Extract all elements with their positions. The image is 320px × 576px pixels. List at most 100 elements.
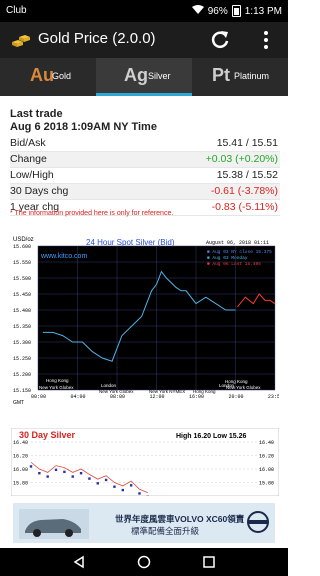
- home-icon[interactable]: [137, 555, 151, 569]
- battery-level: 96%: [207, 5, 228, 17]
- market-label: New York Globex: [226, 385, 261, 390]
- y-tick-label: 15.450: [13, 292, 31, 298]
- tab-platinum-label: Platinum: [234, 71, 270, 81]
- table-row: 30 Days chg -0.61 (-3.78%): [10, 184, 280, 200]
- data-point: [129, 484, 133, 487]
- disclaimer-text: * The information provided here is only …: [10, 210, 174, 217]
- last-trade-datetime: Aug 6 2018 1:09AM NY Time: [10, 121, 157, 133]
- x-tick-label: 08:00: [110, 394, 125, 400]
- chart2-stats: High 16.20 Low 15.26: [176, 433, 247, 440]
- row-value: -0.83 (-5.11%): [211, 201, 278, 213]
- app-title: Gold Price (2.0.0): [38, 30, 156, 47]
- market-label: Hong Kong: [46, 378, 69, 383]
- gold-bars-icon: [12, 35, 30, 47]
- x-tick-label: 12:00: [150, 394, 165, 400]
- y-tick-label: 15.500: [13, 276, 31, 282]
- row-value: 15.41 / 15.51: [216, 137, 278, 149]
- back-icon[interactable]: [72, 555, 86, 569]
- data-point: [54, 468, 58, 472]
- legend-entry: ■ Aug 03 Monday: [207, 255, 248, 261]
- y-tick-label: 15.400: [13, 308, 31, 314]
- row-value: 15.38 / 15.52: [216, 169, 278, 181]
- data-point: [71, 475, 74, 478]
- clock: 1:13 PM: [244, 5, 282, 17]
- x-tick-label: 16:00: [189, 394, 204, 400]
- spot-silver-chart: USD/oz 24 Hour Spot Silver (Bid) www.kit…: [11, 232, 279, 408]
- volvo-logo-icon: [247, 511, 269, 533]
- app-bar: Gold Price (2.0.0): [0, 22, 288, 58]
- chart-unit-label: USD/oz: [13, 237, 34, 243]
- data-point: [121, 488, 124, 492]
- data-point: [38, 472, 41, 475]
- y-tick-label-right: 15.80: [259, 481, 274, 487]
- y-tick-label: 16.00: [13, 467, 28, 473]
- ad-subline: 標準配備全面升級: [131, 526, 200, 536]
- y-tick-label: 16.20: [13, 454, 28, 460]
- data-point: [104, 478, 108, 482]
- data-point: [46, 475, 49, 478]
- overflow-menu-icon[interactable]: [260, 28, 272, 52]
- data-point: [96, 482, 99, 485]
- recents-icon[interactable]: [202, 555, 216, 569]
- y-tick-label: 15.550: [13, 260, 31, 266]
- table-row: Change +0.03 (+0.20%): [10, 152, 280, 168]
- data-point: [63, 470, 66, 474]
- y-tick-label: 15.350: [13, 324, 31, 330]
- tab-silver[interactable]: Ag Silver: [96, 58, 192, 96]
- wifi-icon: [191, 5, 204, 17]
- carrier-label: Club: [6, 5, 27, 16]
- y-tick-label-right: 16.40: [259, 440, 274, 446]
- table-row: Bid/Ask 15.41 / 15.51: [10, 136, 280, 152]
- row-label: Low/High: [10, 169, 54, 181]
- x-tick-label: 04:00: [71, 394, 86, 400]
- price-table: Bid/Ask 15.41 / 15.51 Change +0.03 (+0.2…: [10, 136, 280, 216]
- tab-gold-symbol: Au: [30, 65, 54, 85]
- chart-gmt-label: GMT: [13, 400, 24, 406]
- metal-tabs: Au Gold Ag Silver Pt Platinum: [0, 58, 288, 96]
- last-trade-heading: Last trade: [10, 108, 63, 120]
- y-tick-label: 15.300: [13, 340, 31, 346]
- ad-headline: 世界年度風雲車VOLVO XC60領賣: [115, 514, 245, 524]
- y-tick-label-right: 16.00: [259, 467, 274, 473]
- tab-silver-label: Silver: [148, 71, 171, 81]
- y-tick-label-right: 16.20: [259, 454, 274, 460]
- row-value: +0.03 (+0.20%): [205, 153, 278, 165]
- battery-icon: [231, 5, 241, 17]
- table-row: Low/High 15.38 / 15.52: [10, 168, 280, 184]
- x-tick-label: 20:00: [229, 394, 244, 400]
- tab-silver-symbol: Ag: [124, 65, 148, 85]
- chart-date-label: August 06, 2018 01:11: [206, 240, 269, 246]
- ad-banner[interactable]: 世界年度風雲車VOLVO XC60領賣 標準配備全面升級: [13, 503, 275, 543]
- tab-gold[interactable]: Au Gold: [0, 58, 96, 96]
- x-tick-label: 00:00: [31, 394, 46, 400]
- active-tab-indicator: [96, 93, 192, 96]
- x-tick-label: 23:59: [268, 394, 279, 400]
- refresh-icon[interactable]: [208, 28, 232, 52]
- system-nav-bar: [0, 548, 288, 576]
- legend-entry: ■ Aug 03 NY close 15.375: [207, 249, 272, 255]
- row-value: -0.61 (-3.78%): [210, 185, 278, 197]
- chart2-title: 30 Day Silver: [19, 430, 76, 440]
- market-label: New York Globex: [39, 385, 74, 390]
- tab-gold-label: Gold: [52, 71, 72, 81]
- thirty-day-chart: 30 Day Silver High 16.20 Low 15.26 16.40…: [11, 428, 279, 496]
- y-tick-label: 16.40: [13, 440, 28, 446]
- row-label: Change: [10, 153, 47, 165]
- y-tick-label: 15.80: [13, 481, 28, 487]
- market-label: New York Globex: [99, 389, 134, 394]
- tab-platinum[interactable]: Pt Platinum: [192, 58, 288, 96]
- chart-title: 24 Hour Spot Silver (Bid): [86, 238, 175, 247]
- last-trade-header: Last trade Aug 6 2018 1:09AM NY Time: [10, 108, 278, 134]
- row-label: Bid/Ask: [10, 137, 46, 149]
- status-bar: Club 96% 1:13 PM: [0, 0, 288, 22]
- data-point: [138, 492, 141, 495]
- car-image: [19, 509, 89, 539]
- chart-site-label: www.kitco.com: [40, 253, 87, 260]
- y-tick-label: 15.600: [13, 244, 31, 250]
- tab-platinum-symbol: Pt: [212, 65, 230, 85]
- market-label: London: [101, 383, 117, 388]
- data-point: [29, 465, 33, 468]
- data-point: [113, 485, 116, 488]
- y-tick-label: 15.250: [13, 356, 31, 362]
- y-tick-label: 15.200: [13, 372, 31, 378]
